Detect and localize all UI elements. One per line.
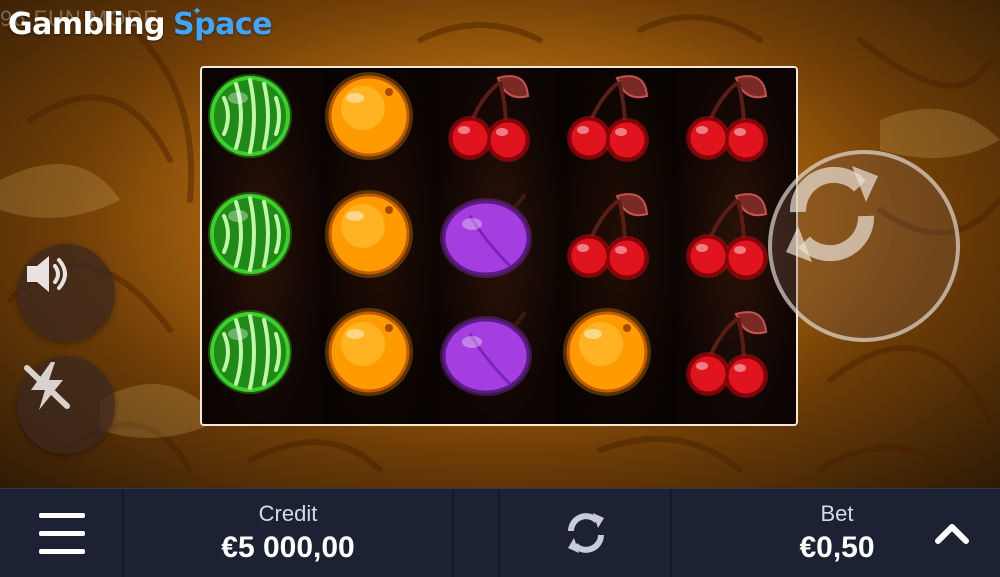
logo-word-space: Space [173,6,272,42]
reel-1 [202,68,321,424]
credit-label: Credit [258,501,318,526]
autoplay-button[interactable] [500,489,672,577]
reel-3-row-1 [440,68,559,186]
spin-arrows-icon [786,166,878,262]
reel-5-row-3 [678,304,796,422]
reel-4-row-3 [559,304,678,422]
game-background: 96 FUN MODE Gambling Space ✦ [0,0,1000,488]
reel-2-row-1 [321,68,440,186]
reel-3-row-2 [440,186,559,304]
chevron-up-icon[interactable] [934,521,970,545]
reel-1-row-1 [202,68,321,186]
reel-2-row-2 [321,186,440,304]
autoplay-arrows-icon [568,513,604,553]
logo-spark-icon: ✦ [192,4,202,18]
turbo-off-icon [24,362,70,410]
credit-value: €5 000,00 [221,531,355,564]
bet-panel: Bet €0,50 [672,489,1000,577]
reel-4-row-2 [559,186,678,304]
reel-2 [321,68,440,424]
logo-word-gambling: Gambling [8,6,166,42]
speaker-icon [27,256,67,292]
reel-grid [200,66,798,426]
bottom-bar: Credit €5 000,00 Bet €0,50 [0,488,1000,577]
turbo-button[interactable] [17,356,115,454]
reel-3 [440,68,559,424]
reel-4-row-1 [559,68,678,186]
spin-button[interactable] [768,150,960,342]
reel-2-row-3 [321,304,440,422]
reel-4 [559,68,678,424]
menu-button[interactable] [0,489,124,577]
sound-button[interactable] [17,244,115,342]
brand-logo: Gambling Space ✦ [8,2,272,46]
reel-1-row-3 [202,304,321,422]
reel-3-row-3 [440,304,559,422]
reel-1-row-2 [202,186,321,304]
bar-spacer [454,489,500,577]
hamburger-menu-icon [39,513,85,554]
credit-panel: Credit €5 000,00 [124,489,454,577]
